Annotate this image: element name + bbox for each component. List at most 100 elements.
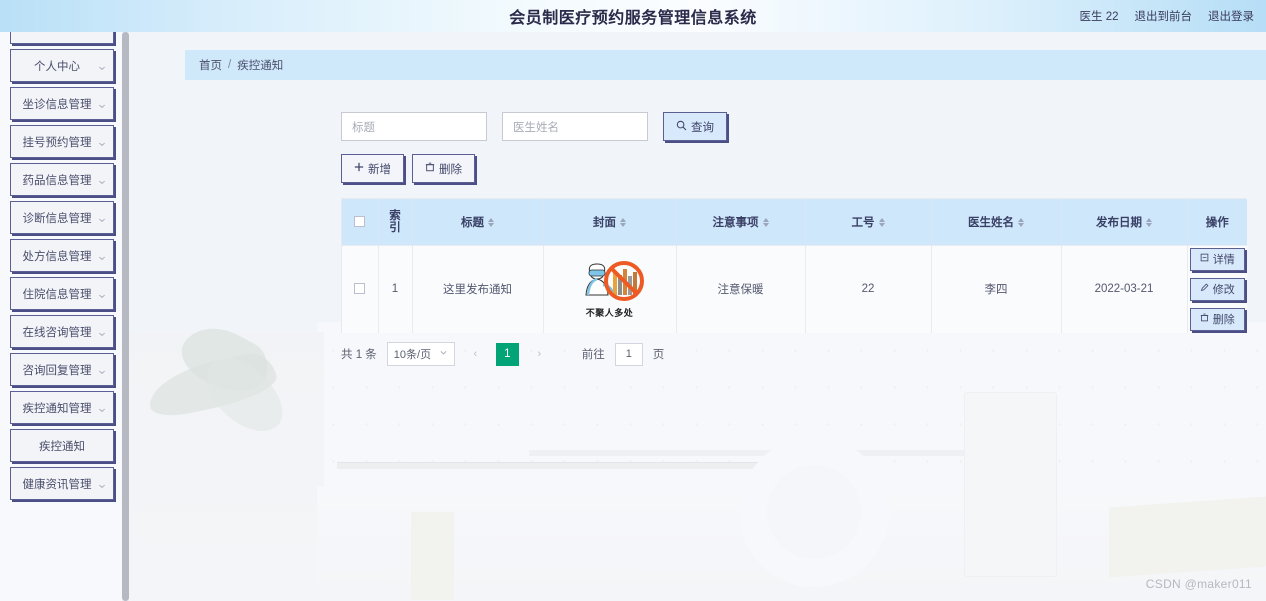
sidebar-item-label: 挂号预约管理 [22, 136, 92, 149]
sidebar-item-1[interactable]: 个人中心 [10, 49, 114, 82]
watermark: CSDN @maker011 [1145, 577, 1252, 591]
row-delete-button-label: 删除 [1212, 314, 1235, 326]
sort-icon[interactable] [1146, 218, 1152, 228]
chevron-down-icon [98, 139, 105, 146]
app-header: 会员制医疗预约服务管理信息系统 医生 22 退出到前台 退出登录 [0, 0, 1266, 32]
data-table: 索引标题 封面 注意事项 工号 医生姓名 发布日期 操作 1 这里发布通知 不聚人多处 注意保暖 2… [341, 198, 1247, 333]
column-header-label: 医生姓名 [968, 216, 1014, 229]
search-button[interactable]: 查询 [663, 112, 727, 141]
sidebar-item-label: 坐诊信息管理 [22, 98, 92, 111]
sidebar-item-0[interactable] [10, 32, 114, 44]
sidebar-item-12[interactable]: 健康资讯管理 [10, 467, 114, 500]
pagination-next-button[interactable]: › [529, 344, 550, 365]
column-header-1: 索引 [378, 199, 413, 245]
cell-index: 1 [378, 244, 413, 333]
column-header-label: 注意事项 [712, 216, 759, 229]
breadcrumb-current: 疾控通知 [237, 60, 284, 72]
title-search-input[interactable]: 标题 [341, 112, 487, 141]
table-row[interactable]: 1 这里发布通知 不聚人多处 注意保暖 22 李四 2022-03-21 详情 修改 删除 [342, 244, 1247, 333]
cover-thumbnail[interactable]: 不聚人多处 [573, 259, 647, 319]
pagination-page-1[interactable]: 1 [495, 342, 519, 366]
pagination-prev-button[interactable]: ‹ [465, 344, 486, 365]
pagination-goto-input[interactable]: 1 [614, 342, 643, 366]
search-icon [676, 120, 687, 134]
chevron-down-icon [98, 367, 105, 374]
breadcrumb: 首页 / 疾控通知 [185, 50, 1266, 80]
table-head: 索引 标题 封面 注意事项 工号 医生姓名 发布日期 操作 [342, 199, 1247, 245]
trash-icon [425, 162, 435, 175]
sidebar-item-8[interactable]: 在线咨询管理 [10, 315, 114, 348]
sidebar-item-label: 药品信息管理 [22, 174, 92, 187]
add-button[interactable]: 新增 [341, 154, 404, 183]
sidebar-item-9[interactable]: 咨询回复管理 [10, 353, 114, 386]
row-checkbox[interactable] [354, 283, 366, 295]
chevron-down-icon [98, 291, 105, 298]
sidebar-item-label: 咨询回复管理 [22, 364, 92, 377]
column-header-8: 操作 [1187, 199, 1247, 245]
sidebar-item-label: 住院信息管理 [22, 288, 92, 301]
cover-caption: 不聚人多处 [585, 308, 634, 318]
header-actions: 医生 22 退出到前台 退出登录 [1080, 8, 1255, 24]
sort-icon[interactable] [620, 218, 626, 228]
sidebar-item-5[interactable]: 诊断信息管理 [10, 201, 114, 234]
breadcrumb-home[interactable]: 首页 [199, 57, 222, 73]
toolbar: 新增 删除 [341, 154, 475, 183]
sidebar-scrollbar[interactable] [122, 32, 129, 601]
table-body: 1 这里发布通知 不聚人多处 注意保暖 22 李四 2022-03-21 详情 修改 删除 [342, 244, 1247, 333]
column-header-5[interactable]: 工号 [805, 199, 932, 245]
trash-icon [1200, 313, 1209, 325]
chevron-down-icon [98, 177, 105, 184]
sidebar-item-label: 个人中心 [34, 60, 80, 73]
sidebar-item-label: 疾控通知管理 [22, 402, 92, 415]
cell-notice: 注意保暖 [676, 244, 806, 333]
pagination-total: 共 1 条 [341, 349, 377, 361]
sort-icon[interactable] [878, 218, 885, 228]
add-button-label: 新增 [368, 163, 391, 176]
plus-icon [354, 162, 364, 175]
chevron-down-icon [98, 101, 105, 108]
logout-link[interactable]: 退出登录 [1208, 8, 1254, 24]
sidebar-item-3[interactable]: 挂号预约管理 [10, 125, 114, 158]
doctor-search-input[interactable]: 医生姓名 [502, 112, 648, 141]
detail-button[interactable]: 详情 [1189, 247, 1245, 271]
row-delete-button[interactable]: 删除 [1189, 307, 1245, 331]
sidebar-item-2[interactable]: 坐诊信息管理 [10, 87, 114, 120]
column-header-3[interactable]: 封面 [543, 199, 677, 245]
column-header-label: 发布日期 [1096, 216, 1142, 229]
breadcrumb-separator: / [228, 59, 232, 71]
chevron-down-icon [98, 63, 105, 70]
chevron-down-icon [98, 481, 105, 488]
exit-to-frontend-link[interactable]: 退出到前台 [1135, 8, 1193, 24]
cell-doctor: 李四 [931, 244, 1062, 333]
sort-icon[interactable] [1018, 218, 1024, 228]
edit-button[interactable]: 修改 [1189, 277, 1245, 301]
sidebar-item-4[interactable]: 药品信息管理 [10, 163, 114, 196]
sort-icon[interactable] [762, 218, 769, 228]
table-header-row: 索引 标题 封面 注意事项 工号 医生姓名 发布日期 操作 [342, 199, 1247, 245]
column-header-2[interactable]: 标题 [412, 199, 544, 245]
column-header-label: 标题 [461, 216, 484, 229]
sidebar-item-10[interactable]: 疾控通知管理 [10, 391, 114, 424]
chevron-down-icon [98, 329, 105, 336]
sidebar-item-7[interactable]: 住院信息管理 [10, 277, 114, 310]
sidebar-item-11[interactable]: 疾控通知 [10, 429, 114, 462]
page-size-select[interactable]: 10条/页 [386, 342, 455, 366]
pagination-page-unit: 页 [652, 349, 665, 361]
sort-icon[interactable] [488, 218, 494, 228]
sidebar-item-label: 在线咨询管理 [22, 326, 92, 339]
sidebar-item-label: 诊断信息管理 [22, 212, 92, 225]
column-header-label: 索引 [389, 209, 401, 234]
column-header-6[interactable]: 医生姓名 [931, 199, 1062, 245]
select-all-checkbox[interactable] [354, 216, 366, 228]
sidebar-item-6[interactable]: 处方信息管理 [10, 239, 114, 272]
delete-button[interactable]: 删除 [412, 154, 475, 183]
sidebar-item-label: 健康资讯管理 [22, 478, 92, 491]
column-header-4[interactable]: 注意事项 [676, 199, 806, 245]
sidebar-menu: 个人中心坐诊信息管理 挂号预约管理 药品信息管理 诊断信息管理处方信息管理住院信息管理… [0, 32, 122, 500]
column-header-7[interactable]: 发布日期 [1061, 199, 1188, 245]
document-icon [1200, 253, 1209, 265]
chevron-down-icon [98, 253, 105, 260]
edit-button-label: 修改 [1212, 284, 1235, 296]
content-panel: 标题 医生姓名 查询 新增 删除 索 引 标题 封面 注意事项 工号 医生姓名 … [185, 94, 1266, 394]
sidebar-scrollbar-thumb[interactable] [122, 32, 129, 601]
